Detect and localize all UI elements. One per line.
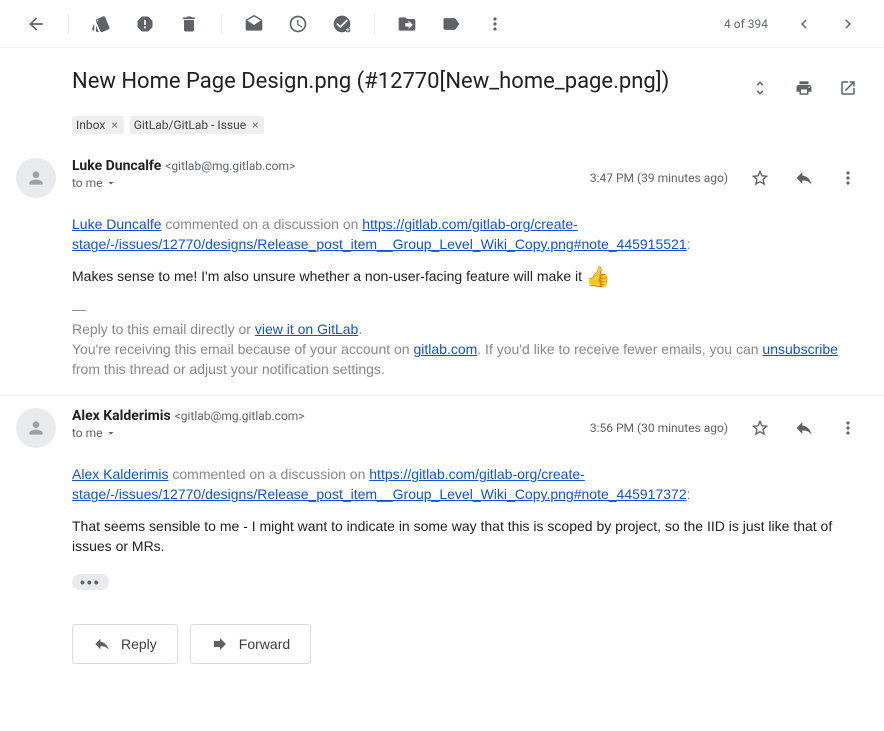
next-button[interactable]: [828, 4, 868, 44]
subject: New Home Page Design.png (#12770[New_hom…: [72, 68, 740, 96]
label-remove-icon[interactable]: ×: [250, 118, 260, 132]
back-button[interactable]: [16, 4, 56, 44]
reply-icon: [93, 635, 111, 653]
separator: —: [72, 299, 868, 319]
subject-row: New Home Page Design.png (#12770[New_hom…: [0, 68, 884, 116]
open-new-window-button[interactable]: [828, 68, 868, 108]
message-header: Luke Duncalfe <gitlab@mg.gitlab.com> to …: [16, 158, 868, 198]
reply-icon-button[interactable]: [784, 408, 824, 448]
to-text: to me: [72, 426, 103, 440]
comment-prefix: commented on a discussion on: [168, 466, 369, 482]
timestamp: 3:47 PM (39 minutes ago): [590, 171, 728, 185]
add-task-button[interactable]: [322, 4, 362, 44]
labels-row: Inbox × GitLab/GitLab - Issue ×: [0, 116, 884, 146]
body-text: That seems sensible to me - I might want…: [72, 516, 868, 556]
message-more-button[interactable]: [828, 408, 868, 448]
action-buttons: Reply Forward: [0, 608, 884, 688]
reply-label: Reply: [121, 636, 157, 652]
view-on-gitlab-link[interactable]: view it on GitLab: [255, 321, 359, 337]
footer-receive: You're receiving this email because of y…: [72, 341, 413, 357]
message-counter: 4 of 394: [712, 17, 780, 31]
sender-line: Luke Duncalfe <gitlab@mg.gitlab.com>: [72, 158, 590, 174]
label-text: GitLab/GitLab - Issue: [134, 118, 246, 132]
thread: New Home Page Design.png (#12770[New_hom…: [0, 48, 884, 688]
message-more-button[interactable]: [828, 158, 868, 198]
forward-label: Forward: [239, 636, 290, 652]
toolbar-divider: [374, 14, 375, 34]
sender-email: <gitlab@mg.gitlab.com>: [165, 159, 295, 173]
labels-button[interactable]: [431, 4, 471, 44]
prev-button[interactable]: [784, 4, 824, 44]
message-body: Luke Duncalfe commented on a discussion …: [16, 198, 868, 379]
delete-button[interactable]: [169, 4, 209, 44]
star-button[interactable]: [740, 158, 780, 198]
more-button[interactable]: [475, 4, 515, 44]
label-text: Inbox: [76, 118, 105, 132]
avatar[interactable]: [16, 158, 56, 198]
message-meta: Luke Duncalfe <gitlab@mg.gitlab.com> to …: [72, 158, 590, 190]
snooze-button[interactable]: [278, 4, 318, 44]
thumbsup-icon: 👍: [586, 266, 611, 288]
message-meta: Alex Kalderimis <gitlab@mg.gitlab.com> t…: [72, 408, 590, 440]
label-chip-gitlab-issue[interactable]: GitLab/GitLab - Issue ×: [130, 116, 265, 134]
message-header: Alex Kalderimis <gitlab@mg.gitlab.com> t…: [16, 408, 868, 448]
star-button[interactable]: [740, 408, 780, 448]
toolbar-divider: [68, 14, 69, 34]
message-side: 3:56 PM (30 minutes ago): [590, 408, 868, 448]
forward-icon: [211, 635, 229, 653]
toolbar-divider: [221, 14, 222, 34]
label-chip-inbox[interactable]: Inbox ×: [72, 116, 124, 134]
author-link[interactable]: Alex Kalderimis: [72, 466, 168, 482]
mark-unread-button[interactable]: [234, 4, 274, 44]
timestamp: 3:56 PM (30 minutes ago): [590, 421, 728, 435]
collapse-all-button[interactable]: [740, 68, 780, 108]
author-link[interactable]: Luke Duncalfe: [72, 216, 162, 232]
message-side: 3:47 PM (39 minutes ago): [590, 158, 868, 198]
chevron-down-icon: [105, 177, 117, 189]
avatar[interactable]: [16, 408, 56, 448]
body-text: Makes sense to me! I'm also unsure wheth…: [72, 268, 586, 284]
message: Luke Duncalfe <gitlab@mg.gitlab.com> to …: [0, 146, 884, 396]
unsubscribe-link[interactable]: unsubscribe: [762, 341, 838, 357]
message: Alex Kalderimis <gitlab@mg.gitlab.com> t…: [0, 396, 884, 608]
to-line[interactable]: to me: [72, 426, 590, 440]
toolbar: 4 of 394: [0, 0, 884, 48]
to-text: to me: [72, 176, 103, 190]
sender-name: Alex Kalderimis: [72, 408, 171, 424]
move-to-button[interactable]: [387, 4, 427, 44]
footer-tail: from this thread or adjust your notifica…: [72, 361, 385, 377]
forward-button[interactable]: Forward: [190, 624, 311, 664]
subject-actions: [740, 68, 868, 108]
sender-line: Alex Kalderimis <gitlab@mg.gitlab.com>: [72, 408, 590, 424]
chevron-down-icon: [105, 427, 117, 439]
spam-button[interactable]: [125, 4, 165, 44]
sender-name: Luke Duncalfe: [72, 158, 161, 174]
show-trimmed-button[interactable]: •••: [72, 574, 109, 590]
gitlab-domain-link[interactable]: gitlab.com: [413, 341, 477, 357]
message-body: Alex Kalderimis commented on a discussio…: [16, 448, 868, 592]
archive-button[interactable]: [81, 4, 121, 44]
comment-prefix: commented on a discussion on: [162, 216, 363, 232]
toolbar-right: 4 of 394: [712, 4, 868, 44]
reply-button[interactable]: Reply: [72, 624, 178, 664]
label-remove-icon[interactable]: ×: [109, 118, 119, 132]
toolbar-left: [16, 4, 515, 44]
footer-fewer: . If you'd like to receive fewer emails,…: [477, 341, 762, 357]
sender-email: <gitlab@mg.gitlab.com>: [175, 409, 305, 423]
footer-reply: Reply to this email directly or: [72, 321, 255, 337]
to-line[interactable]: to me: [72, 176, 590, 190]
print-button[interactable]: [784, 68, 824, 108]
reply-icon-button[interactable]: [784, 158, 824, 198]
